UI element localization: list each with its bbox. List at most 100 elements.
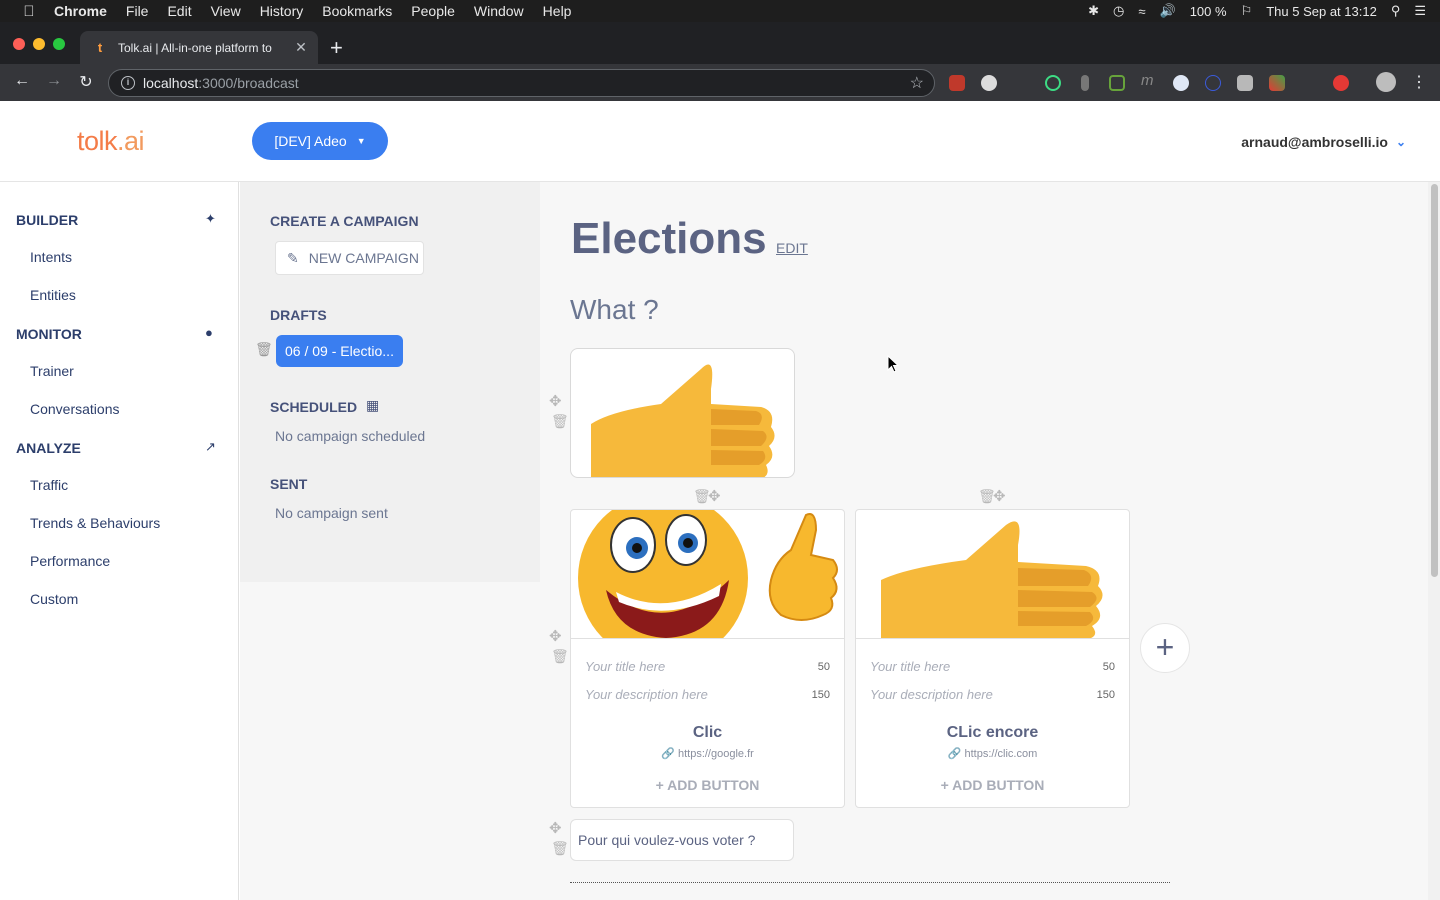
campaigns-panel: CREATE A CAMPAIGN ✎ NEW CAMPAIGN DRAFTS … [240,182,540,582]
site-info-icon[interactable]: i [121,76,135,90]
notification-center-icon[interactable]: ☰ [1414,3,1426,19]
image-message[interactable] [570,348,795,478]
drag-handle-icon[interactable]: ✥ [549,627,562,645]
spotlight-icon[interactable]: ⚲ [1391,3,1401,19]
card-image[interactable] [856,510,1129,639]
address-bar[interactable]: i localhost:3000/broadcast ☆ [108,69,935,97]
card-title-input[interactable]: Your title here [585,659,665,674]
sidebar-item-traffic[interactable]: Traffic [30,477,68,493]
thumbs-up-image [591,364,775,477]
draft-campaign-item[interactable]: 06 / 09 - Electio... [276,335,403,367]
new-campaign-label: NEW CAMPAIGN [308,250,419,266]
page-scrollbar[interactable] [1428,182,1440,900]
close-tab-icon[interactable]: ✕ [290,39,312,56]
caret-down-icon: ▼ [356,136,366,146]
close-window-button[interactable] [13,38,25,50]
extension-icon[interactable] [949,75,965,91]
extension-icon[interactable] [1045,75,1061,91]
extension-icon[interactable] [981,75,997,91]
extension-icon[interactable] [1109,75,1125,91]
sidebar-item-performance[interactable]: Performance [30,553,110,569]
card-title-input[interactable]: Your title here [870,659,950,674]
menu-window[interactable]: Window [474,3,524,19]
bluetooth-icon[interactable]: ✱ [1088,3,1099,19]
sent-heading: SENT [270,476,308,492]
card-image[interactable] [571,510,844,639]
user-menu[interactable]: arnaud@ambroselli.io ⌄ [1241,134,1406,150]
extension-icon[interactable] [1205,75,1221,91]
campaign-editor: Elections EDIT What ? ✥ 🗑 🗑 ✥ 🗑 ✥ ✥ 🗑 Yo… [540,182,1428,900]
trash-icon[interactable]: 🗑 [255,341,273,358]
sidebar-item-conversations[interactable]: Conversations [30,401,120,417]
volume-icon[interactable]: 🔊 [1160,3,1176,19]
link-icon: 🔗 [947,748,965,760]
menu-people[interactable]: People [411,3,455,19]
trash-icon[interactable]: 🗑 [551,413,569,430]
drag-handle-icon[interactable]: ✥ [993,487,1006,505]
extension-icon[interactable] [1333,75,1349,91]
extension-icon[interactable] [1173,75,1189,91]
menu-view[interactable]: View [211,3,241,19]
tolk-logo[interactable]: tolk.ai [77,126,145,157]
text-message[interactable]: Pour qui voulez-vous voter ? [570,819,794,861]
browser-tab[interactable]: t Tolk.ai | All-in-one platform to ✕ [80,31,318,64]
scheduled-empty-text: No campaign scheduled [275,428,426,444]
scrollbar-thumb[interactable] [1431,184,1438,577]
sidebar-item-trainer[interactable]: Trainer [30,363,74,379]
card-button-label[interactable]: CLic encore [856,724,1129,742]
edit-title-link[interactable]: EDIT [776,240,808,256]
add-card-button[interactable]: + [1140,623,1190,673]
card-button-url-text: https://google.fr [677,748,754,760]
sidebar-item-entities[interactable]: Entities [30,287,76,303]
drag-handle-icon[interactable]: ✥ [549,392,562,410]
organization-dropdown[interactable]: [DEV] Adeo ▼ [252,122,388,160]
forward-icon[interactable]: → [43,72,65,90]
profile-avatar-icon[interactable] [1376,72,1396,92]
card-button-label[interactable]: Clic [571,724,844,742]
magic-wand-icon: ✦ [205,211,216,226]
minimize-window-button[interactable] [33,38,45,50]
extension-icon[interactable]: m [1141,72,1157,89]
flag-icon[interactable]: ⚐ [1241,3,1253,19]
card-button-url: 🔗 https://clic.com [856,747,1129,760]
back-icon[interactable]: ← [11,72,33,90]
menu-bookmarks[interactable]: Bookmarks [322,3,392,19]
menu-file[interactable]: File [126,3,149,19]
card-description-input[interactable]: Your description here [870,687,993,702]
menu-chrome[interactable]: Chrome [54,3,107,19]
add-button-link[interactable]: + ADD BUTTON [856,777,1129,793]
trash-icon[interactable]: 🗑 [551,648,569,665]
bookmark-star-icon[interactable]: ☆ [910,73,924,93]
wifi-icon[interactable]: ≈ [1138,4,1145,19]
add-button-link[interactable]: + ADD BUTTON [571,777,844,793]
new-tab-button[interactable]: + [330,35,343,61]
new-campaign-button[interactable]: ✎ NEW CAMPAIGN [275,241,424,275]
zoom-window-button[interactable] [53,38,65,50]
menu-help[interactable]: Help [543,3,572,19]
extension-icon[interactable] [1237,75,1253,91]
mouse-cursor-icon [887,355,899,373]
url-text[interactable]: localhost:3000/broadcast [143,75,910,91]
description-char-limit: 150 [811,689,830,701]
chrome-menu-icon[interactable]: ⋮ [1408,72,1430,92]
extension-icon[interactable] [1269,75,1285,91]
drag-handle-icon[interactable]: ✥ [549,819,562,837]
card-description-input[interactable]: Your description here [585,687,708,702]
trash-icon[interactable]: 🗑 [551,840,569,857]
carousel-card[interactable]: Your title here 50 Your description here… [570,509,845,808]
apple-icon[interactable]:  [20,3,38,20]
menu-history[interactable]: History [260,3,304,19]
sidebar-item-custom[interactable]: Custom [30,591,78,607]
carousel-card[interactable]: Your title here 50 Your description here… [855,509,1130,808]
reload-icon[interactable]: ↻ [75,72,97,92]
sidebar-item-intents[interactable]: Intents [30,249,72,265]
description-char-limit: 150 [1096,689,1115,701]
sidebar-item-trends[interactable]: Trends & Behaviours [30,515,160,531]
clock[interactable]: Thu 5 Sep at 13:12 [1266,4,1377,19]
battery-percent[interactable]: 100 % [1190,4,1227,19]
extension-icon[interactable] [1081,75,1089,91]
drag-handle-icon[interactable]: ✥ [708,487,721,505]
menu-edit[interactable]: Edit [167,3,191,19]
calendar-icon[interactable]: ▦ [366,397,379,414]
time-machine-icon[interactable]: ◷ [1113,3,1124,19]
